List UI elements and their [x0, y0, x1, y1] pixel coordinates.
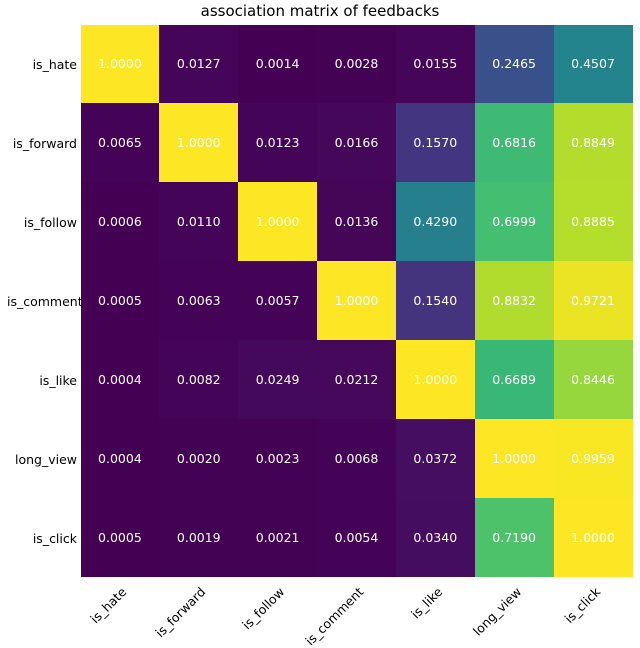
- heatmap-cell: 0.0082: [159, 340, 238, 419]
- heatmap-cell: 0.0020: [159, 419, 238, 498]
- heatmap-cell: 0.0068: [317, 419, 396, 498]
- heatmap-cell: 0.9959: [554, 419, 633, 498]
- heatmap-cell: 1.0000: [396, 340, 475, 419]
- heatmap-cell: 0.0057: [238, 261, 317, 340]
- heatmap-cell: 1.0000: [238, 182, 317, 261]
- heatmap-cell: 0.7190: [475, 498, 554, 577]
- heatmap-cell: 0.0019: [159, 498, 238, 577]
- heatmap-cell: 0.0004: [81, 340, 160, 419]
- heatmap-cell: 0.0123: [238, 103, 317, 182]
- heatmap-cell: 0.4507: [554, 25, 633, 104]
- heatmap-cell: 0.0063: [159, 261, 238, 340]
- x-tick-label: is_forward: [152, 584, 208, 640]
- heatmap-cell: 0.0136: [317, 182, 396, 261]
- heatmap-cell: 0.0249: [238, 340, 317, 419]
- y-tick-label: is_follow: [7, 215, 77, 229]
- y-tick-label: is_like: [7, 373, 77, 387]
- heatmap-cell: 0.0372: [396, 419, 475, 498]
- heatmap-cell: 0.0014: [238, 25, 317, 104]
- heatmap-cell: 0.6689: [475, 340, 554, 419]
- heatmap-cell: 0.8832: [475, 261, 554, 340]
- heatmap-cell: 0.0127: [159, 25, 238, 104]
- heatmap-cell: 0.0212: [317, 340, 396, 419]
- heatmap-cell: 0.0340: [396, 498, 475, 577]
- heatmap-cell: 0.0028: [317, 25, 396, 104]
- heatmap-cell: 1.0000: [475, 419, 554, 498]
- heatmap-grid: 1.00000.01270.00140.00280.01550.24650.45…: [80, 24, 633, 577]
- heatmap-cell: 0.0006: [81, 182, 160, 261]
- heatmap-cell: 0.0054: [317, 498, 396, 577]
- x-tick-label: is_hate: [87, 584, 129, 626]
- y-tick-label: is_comment: [7, 294, 77, 308]
- heatmap-cell: 0.8446: [554, 340, 633, 419]
- y-tick-label: long_view: [7, 452, 77, 466]
- y-tick-label: is_forward: [7, 136, 77, 150]
- heatmap-cell: 1.0000: [159, 103, 238, 182]
- x-tick-label: is_follow: [239, 584, 287, 632]
- x-tick-label: is_like: [408, 584, 445, 621]
- y-tick-label: is_click: [7, 531, 77, 545]
- x-tick-label: long_view: [469, 584, 523, 638]
- chart-title: association matrix of feedbacks: [0, 2, 640, 20]
- heatmap-cell: 0.6999: [475, 182, 554, 261]
- heatmap-cell: 0.0065: [81, 103, 160, 182]
- heatmap-cell: 0.0021: [238, 498, 317, 577]
- heatmap-plot: 1.00000.01270.00140.00280.01550.24650.45…: [80, 24, 633, 577]
- heatmap-cell: 0.4290: [396, 182, 475, 261]
- heatmap-cell: 1.0000: [81, 25, 160, 104]
- heatmap-cell: 0.1570: [396, 103, 475, 182]
- heatmap-cell: 0.0023: [238, 419, 317, 498]
- y-tick-label: is_hate: [7, 57, 77, 71]
- heatmap-cell: 0.9721: [554, 261, 633, 340]
- figure: association matrix of feedbacks 1.00000.…: [0, 0, 640, 640]
- x-tick-label: is_comment: [302, 584, 366, 648]
- heatmap-cell: 0.0155: [396, 25, 475, 104]
- heatmap-cell: 0.8885: [554, 182, 633, 261]
- heatmap-cell: 1.0000: [317, 261, 396, 340]
- heatmap-cell: 0.0110: [159, 182, 238, 261]
- heatmap-cell: 0.8849: [554, 103, 633, 182]
- heatmap-cell: 0.0005: [81, 498, 160, 577]
- heatmap-cell: 0.2465: [475, 25, 554, 104]
- heatmap-cell: 0.1540: [396, 261, 475, 340]
- heatmap-cell: 0.6816: [475, 103, 554, 182]
- heatmap-cell: 0.0166: [317, 103, 396, 182]
- heatmap-cell: 0.0004: [81, 419, 160, 498]
- heatmap-cell: 0.0005: [81, 261, 160, 340]
- x-tick-label: is_click: [561, 584, 603, 626]
- heatmap-cell: 1.0000: [554, 498, 633, 577]
